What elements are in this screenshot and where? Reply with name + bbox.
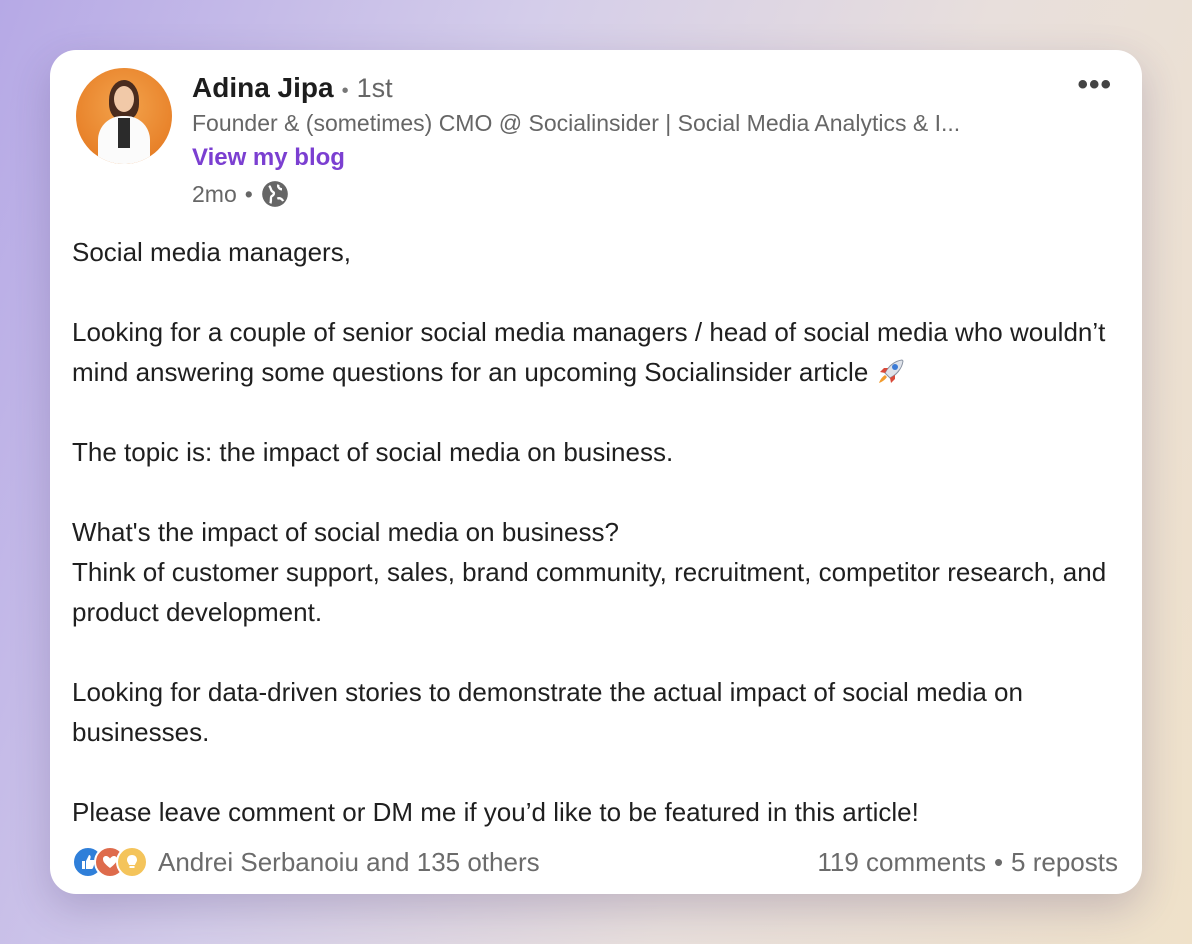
separator-dot: • (244, 180, 253, 207)
post-time: 2mo (192, 180, 237, 207)
reaction-icons (72, 846, 148, 878)
connection-degree: 1st (356, 73, 393, 103)
post-paragraph: The topic is: the impact of social media… (72, 437, 674, 467)
reactions-summary[interactable]: Andrei Serbanoiu and 135 others (72, 846, 540, 878)
author-avatar[interactable] (76, 68, 172, 164)
post-paragraph: Looking for a couple of senior social me… (72, 317, 1106, 387)
author-name[interactable]: Adina Jipa (192, 72, 334, 104)
post-card: Adina Jipa • 1st Founder & (sometimes) C… (50, 50, 1142, 894)
author-name-row: Adina Jipa • 1st (192, 72, 393, 104)
insightful-icon (116, 846, 148, 878)
post-paragraph: Social media managers, (72, 237, 351, 267)
post-footer: Andrei Serbanoiu and 135 others 119 comm… (72, 846, 1118, 878)
post-paragraph: Please leave comment or DM me if you’d l… (72, 797, 919, 827)
separator-dot: • (993, 846, 1004, 877)
reposts-count[interactable]: 5 reposts (1011, 847, 1118, 878)
post-paragraph: Looking for data-driven stories to demon… (72, 677, 1023, 747)
post-paragraph: What's the impact of social media on bus… (72, 517, 619, 547)
engagement-counts: 119 comments • 5 reposts (817, 847, 1118, 878)
view-blog-link[interactable]: View my blog (192, 144, 345, 172)
comments-count[interactable]: 119 comments (817, 847, 986, 878)
post-meta: 2mo • (192, 180, 289, 208)
author-headline: Founder & (sometimes) CMO @ Socialinside… (192, 110, 961, 136)
separator-dot: • (341, 80, 349, 102)
reactions-text[interactable]: Andrei Serbanoiu and 135 others (158, 847, 540, 878)
post-body: Social media managers, Looking for a cou… (72, 232, 1122, 832)
globe-icon (261, 181, 288, 207)
rocket-emoji-icon (878, 359, 904, 383)
post-paragraph: Think of customer support, sales, brand … (72, 557, 1107, 627)
more-options-icon[interactable]: ••• (1077, 68, 1112, 102)
